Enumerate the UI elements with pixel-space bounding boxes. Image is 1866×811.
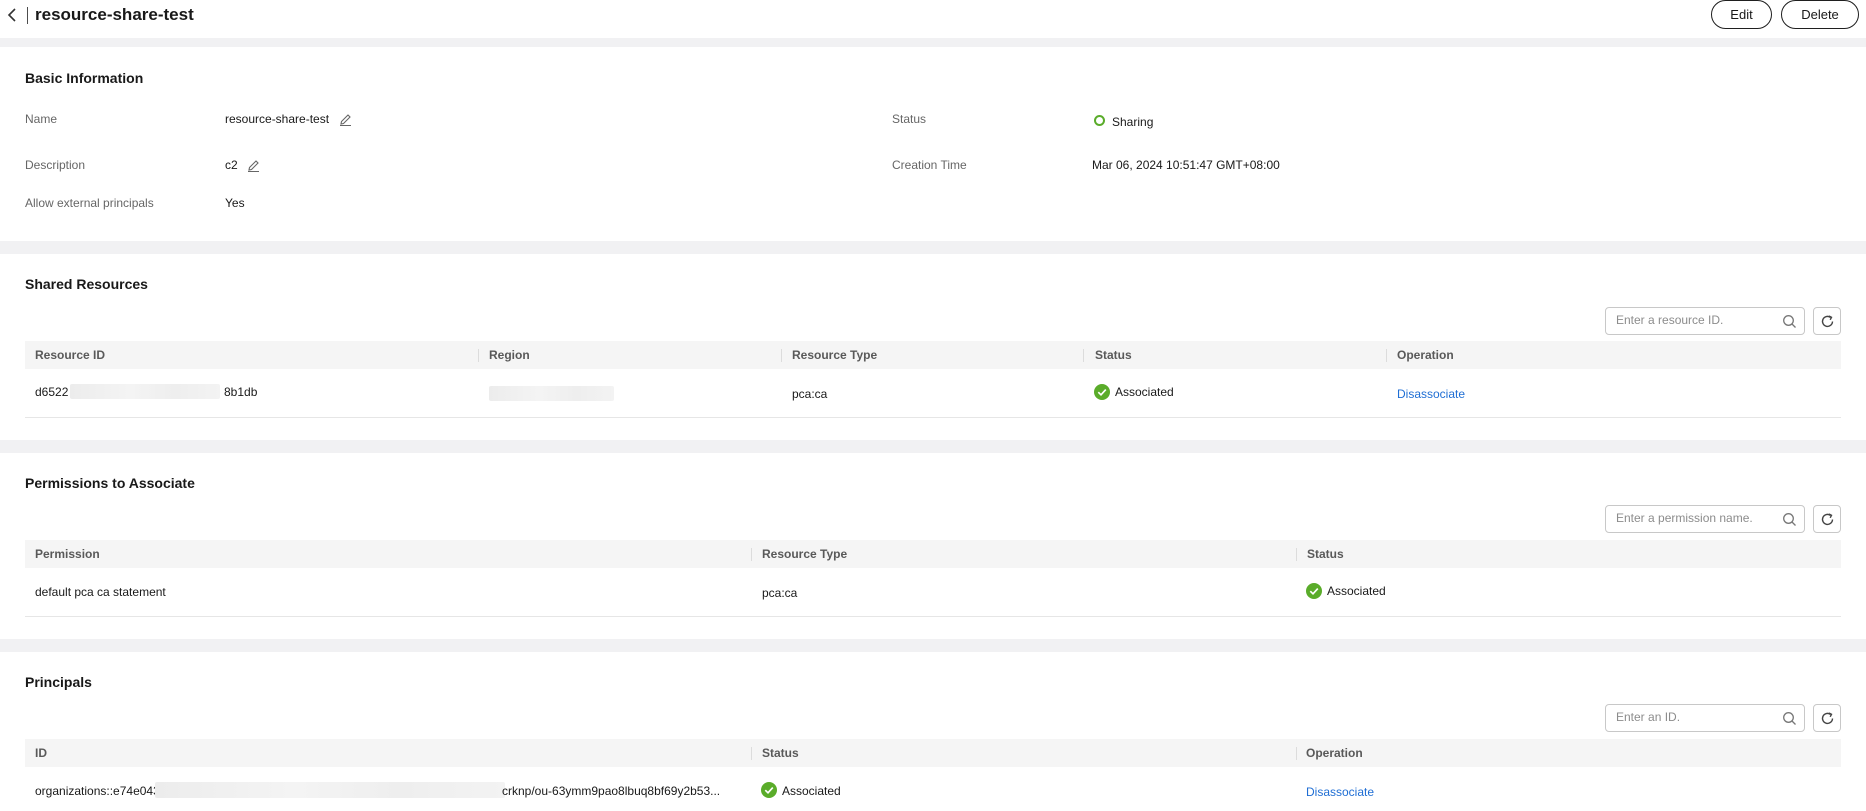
resource-id-start: d6522 [35, 385, 69, 399]
column-status[interactable]: Status [1095, 348, 1132, 362]
ring-dot-icon [1094, 115, 1105, 126]
column-divider [751, 548, 752, 561]
check-circle-icon [1306, 583, 1322, 599]
shared-resources-table-header: Resource ID Region Resource Type Status … [25, 341, 1841, 369]
edit-button[interactable]: Edit [1711, 0, 1772, 29]
redacted-region [489, 386, 614, 401]
external-principals-value: Yes [225, 196, 245, 210]
section-title-principals: Principals [25, 674, 92, 690]
column-divider [478, 349, 479, 362]
basic-information-card: Basic Information Name resource-share-te… [0, 47, 1866, 241]
description-label: Description [25, 158, 86, 172]
status-value: Associated [1115, 385, 1174, 399]
redacted-text [70, 384, 220, 399]
refresh-icon [1821, 712, 1834, 725]
creation-time-value: Mar 06, 2024 10:51:47 GMT+08:00 [1092, 158, 1280, 172]
chevron-left-icon[interactable] [6, 7, 20, 23]
column-region[interactable]: Region [489, 348, 530, 362]
section-title-shared-resources: Shared Resources [25, 276, 148, 292]
permissions-card: Permissions to Associate Permission Reso… [0, 453, 1866, 639]
column-status[interactable]: Status [1307, 547, 1344, 561]
status-value: Associated [1327, 584, 1386, 598]
permission-search-input[interactable] [1616, 511, 1776, 525]
column-resource-type[interactable]: Resource Type [792, 348, 877, 362]
column-resource-type[interactable]: Resource Type [762, 547, 847, 561]
column-permission[interactable]: Permission [35, 547, 100, 561]
refresh-icon [1821, 513, 1834, 526]
refresh-principals-button[interactable] [1813, 704, 1841, 732]
page-header: resource-share-test Edit Delete [0, 0, 1866, 38]
check-circle-icon [761, 782, 777, 798]
resource-type-value: pca:ca [792, 387, 828, 401]
section-title-permissions: Permissions to Associate [25, 475, 195, 491]
table-row: default pca ca statement pca:ca Associat… [25, 568, 1841, 617]
refresh-resources-button[interactable] [1813, 307, 1841, 335]
permission-value: default pca ca statement [35, 585, 166, 599]
search-icon[interactable] [1782, 314, 1797, 329]
column-divider [1296, 747, 1297, 760]
section-title-basic: Basic Information [25, 70, 144, 86]
external-principals-label: Allow external principals [25, 196, 154, 210]
principal-search-input[interactable] [1616, 710, 1776, 724]
page-title: resource-share-test [35, 5, 194, 24]
permission-search-box [1605, 505, 1805, 533]
edit-description-pencil-icon[interactable] [247, 159, 260, 173]
principal-search-box [1605, 704, 1805, 732]
column-divider [751, 747, 752, 760]
name-value: resource-share-test [225, 112, 330, 126]
search-icon[interactable] [1782, 512, 1797, 527]
resource-id-end: 8b1db [224, 385, 258, 399]
delete-button[interactable]: Delete [1781, 0, 1859, 29]
column-divider [1296, 548, 1297, 561]
refresh-permissions-button[interactable] [1813, 505, 1841, 533]
column-operation[interactable]: Operation [1306, 746, 1363, 760]
description-value: c2 [225, 158, 238, 172]
search-icon[interactable] [1782, 711, 1797, 726]
principals-table-header: ID Status Operation [25, 739, 1841, 767]
redacted-text [155, 782, 505, 798]
shared-resources-card: Shared Resources Resource ID Region Reso… [0, 254, 1866, 440]
principals-card: Principals ID Status Operation organizat… [0, 652, 1866, 811]
disassociate-link[interactable]: Disassociate [1306, 785, 1374, 799]
status-value: Associated [782, 784, 841, 798]
principal-id-start: organizations::e74e043 [35, 784, 160, 798]
column-divider [781, 349, 782, 362]
column-divider [1386, 349, 1387, 362]
column-operation[interactable]: Operation [1397, 348, 1454, 362]
table-row: organizations::e74e043 crknp/ou-63ymm9pa… [25, 767, 1841, 811]
check-circle-icon [1094, 384, 1110, 400]
column-resource-id[interactable]: Resource ID [35, 348, 105, 362]
resource-type-value: pca:ca [762, 586, 798, 600]
refresh-icon [1821, 315, 1834, 328]
disassociate-link[interactable]: Disassociate [1397, 387, 1465, 401]
creation-time-label: Creation Time [892, 158, 967, 172]
title-divider [27, 7, 28, 24]
column-divider [1083, 349, 1084, 362]
table-row: d6522 8b1db pca:ca Associated Disassocia… [25, 369, 1841, 418]
resource-search-box [1605, 307, 1805, 335]
edit-name-pencil-icon[interactable] [339, 113, 352, 127]
column-id[interactable]: ID [35, 746, 47, 760]
status-value: Sharing [1112, 115, 1154, 129]
name-label: Name [25, 112, 58, 126]
status-label: Status [892, 112, 927, 126]
column-status[interactable]: Status [762, 746, 799, 760]
resource-search-input[interactable] [1616, 313, 1776, 327]
permissions-table-header: Permission Resource Type Status [25, 540, 1841, 568]
principal-id-end: crknp/ou-63ymm9pao8lbuq8bf69y2b53... [502, 784, 721, 798]
